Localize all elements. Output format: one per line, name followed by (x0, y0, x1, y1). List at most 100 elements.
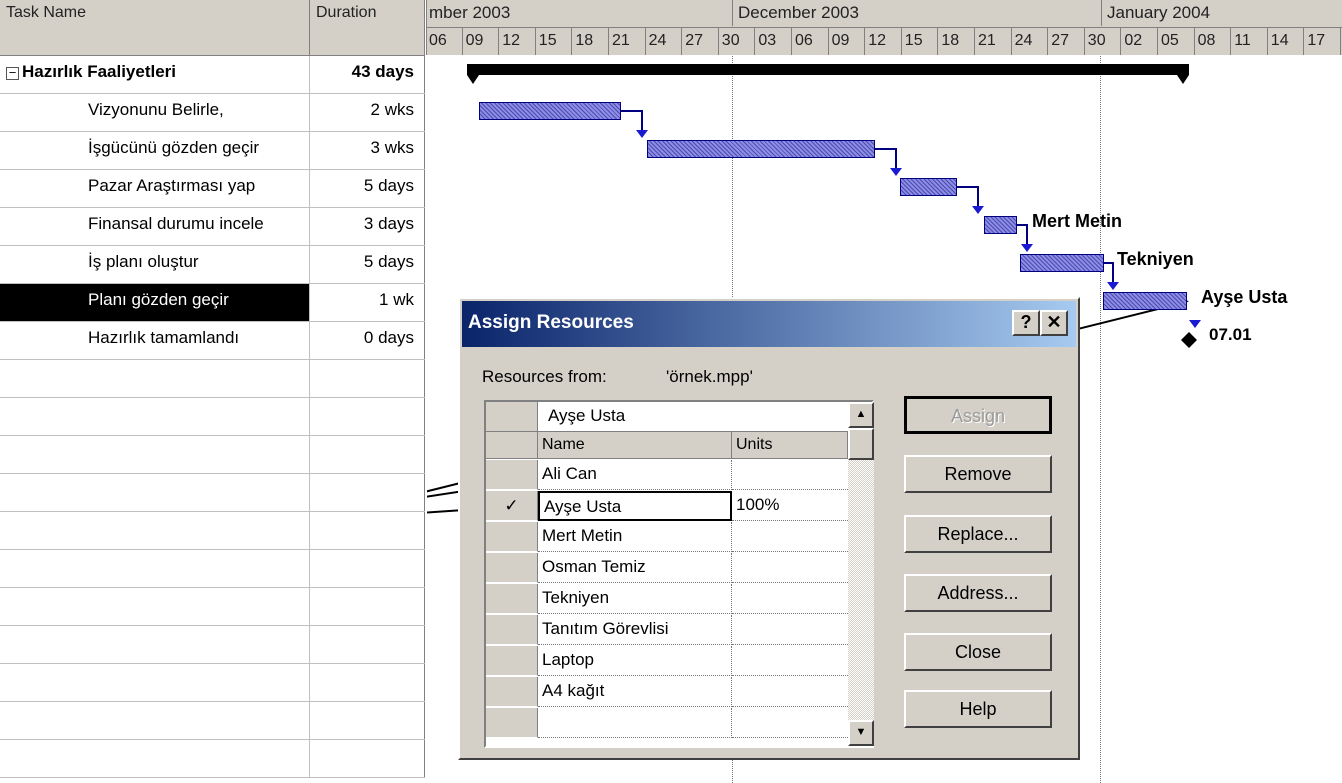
row-selector[interactable] (486, 708, 538, 738)
empty-cell[interactable] (0, 398, 310, 435)
resource-row[interactable]: ✓ Ayşe Usta 100% (486, 491, 848, 522)
resource-units-cell[interactable] (732, 584, 848, 614)
duration-cell[interactable]: 0 days (310, 322, 425, 359)
scroll-down-icon[interactable]: ▼ (848, 720, 874, 746)
row-selector[interactable] (486, 460, 538, 490)
empty-cell[interactable] (0, 360, 310, 397)
task-bar[interactable] (647, 140, 875, 158)
address-button[interactable]: Address... (904, 574, 1052, 612)
empty-cell[interactable] (310, 740, 425, 777)
resource-name-cell[interactable] (538, 708, 732, 738)
row-selector[interactable] (486, 522, 538, 552)
table-row[interactable] (0, 588, 425, 626)
table-row[interactable]: − Hazırlık Faaliyetleri 43 days (0, 56, 425, 94)
empty-cell[interactable] (310, 360, 425, 397)
replace-button[interactable]: Replace... (904, 515, 1052, 553)
resource-row[interactable]: A4 kağıt (486, 677, 848, 708)
empty-cell[interactable] (310, 436, 425, 473)
resource-row[interactable]: Osman Temiz (486, 553, 848, 584)
help-icon[interactable]: ? (1012, 310, 1040, 336)
resource-name-cell[interactable]: Laptop (538, 646, 732, 676)
resource-row[interactable]: Ali Can (486, 460, 848, 491)
table-row-selected[interactable]: Planı gözden geçir 1 wk (0, 284, 425, 322)
table-row[interactable] (0, 474, 425, 512)
empty-cell[interactable] (0, 626, 310, 663)
table-row[interactable] (0, 398, 425, 436)
resource-name-cell[interactable]: Ayşe Usta (538, 491, 732, 521)
resource-name-cell[interactable]: Ali Can (538, 460, 732, 490)
table-row[interactable] (0, 550, 425, 588)
empty-cell[interactable] (310, 512, 425, 549)
task-bar[interactable] (1103, 292, 1187, 310)
table-row[interactable]: Vizyonunu Belirle, 2 wks (0, 94, 425, 132)
remove-button[interactable]: Remove (904, 455, 1052, 493)
duration-cell[interactable]: 2 wks (310, 94, 425, 131)
column-header-name[interactable]: Name (538, 432, 732, 459)
table-row[interactable] (0, 512, 425, 550)
empty-cell[interactable] (310, 550, 425, 587)
empty-cell[interactable] (0, 702, 310, 739)
empty-cell[interactable] (0, 588, 310, 625)
column-header-duration[interactable]: Duration (310, 0, 425, 55)
duration-cell[interactable]: 3 wks (310, 132, 425, 169)
row-selector[interactable] (486, 402, 538, 431)
resource-units-cell[interactable] (732, 460, 848, 490)
task-name-cell[interactable]: − Hazırlık Faaliyetleri (0, 56, 310, 93)
empty-cell[interactable] (0, 664, 310, 701)
empty-cell[interactable] (0, 740, 310, 777)
duration-cell[interactable]: 5 days (310, 246, 425, 283)
resource-name-cell[interactable]: Osman Temiz (538, 553, 732, 583)
task-name-cell[interactable]: Pazar Araştırması yap (0, 170, 310, 207)
task-name-cell[interactable]: Planı gözden geçir (0, 284, 310, 321)
table-row[interactable] (0, 360, 425, 398)
assign-resources-dialog[interactable]: Assign Resources ? ✕ Resources from: 'ör… (458, 297, 1080, 760)
task-name-cell[interactable]: Vizyonunu Belirle, (0, 94, 310, 131)
duration-cell[interactable]: 43 days (310, 56, 425, 93)
empty-cell[interactable] (0, 474, 310, 511)
dialog-titlebar[interactable]: Assign Resources ? ✕ (462, 301, 1076, 347)
assign-button[interactable]: Assign (904, 396, 1052, 434)
close-button[interactable]: Close (904, 633, 1052, 671)
resource-units-cell[interactable] (732, 522, 848, 552)
resource-row[interactable]: Mert Metin (486, 522, 848, 553)
table-row[interactable]: İşgücünü gözden geçir 3 wks (0, 132, 425, 170)
table-row[interactable] (0, 702, 425, 740)
empty-cell[interactable] (310, 474, 425, 511)
task-name-cell[interactable]: Hazırlık tamamlandı (0, 322, 310, 359)
table-row[interactable]: Finansal durumu incele 3 days (0, 208, 425, 246)
empty-cell[interactable] (310, 398, 425, 435)
empty-cell[interactable] (0, 512, 310, 549)
empty-cell[interactable] (310, 702, 425, 739)
task-bar[interactable] (984, 216, 1017, 234)
resource-name-cell[interactable]: Mert Metin (538, 522, 732, 552)
resource-units-cell[interactable]: 100% (732, 491, 848, 521)
resource-units-cell[interactable] (732, 615, 848, 645)
empty-cell[interactable] (310, 664, 425, 701)
empty-cell[interactable] (0, 550, 310, 587)
row-selector[interactable] (486, 553, 538, 583)
row-selector[interactable] (486, 646, 538, 676)
resource-row[interactable]: Laptop (486, 646, 848, 677)
resource-name-cell[interactable]: Tanıtım Görevlisi (538, 615, 732, 645)
resource-row[interactable]: Tanıtım Görevlisi (486, 615, 848, 646)
resource-row[interactable]: Tekniyen (486, 584, 848, 615)
close-icon[interactable]: ✕ (1040, 310, 1068, 336)
duration-cell[interactable]: 5 days (310, 170, 425, 207)
task-bar[interactable] (479, 102, 621, 120)
task-bar[interactable] (900, 178, 957, 196)
empty-cell[interactable] (310, 626, 425, 663)
vertical-scrollbar[interactable]: ▲ ▼ (848, 402, 874, 746)
empty-cell[interactable] (0, 436, 310, 473)
task-name-cell[interactable]: İşgücünü gözden geçir (0, 132, 310, 169)
resource-grid[interactable]: Ayşe Usta Name Units Ali Can ✓ Ayşe Usta 10… (484, 400, 874, 748)
resource-entry-row[interactable]: Ayşe Usta (486, 402, 848, 432)
resource-units-cell[interactable] (732, 708, 848, 738)
resource-name-cell[interactable]: A4 kağıt (538, 677, 732, 707)
row-selector[interactable] (486, 615, 538, 645)
resource-name-cell[interactable]: Tekniyen (538, 584, 732, 614)
table-row[interactable]: Hazırlık tamamlandı 0 days (0, 322, 425, 360)
table-row[interactable]: İş planı oluştur 5 days (0, 246, 425, 284)
scrollbar-thumb[interactable] (848, 428, 874, 460)
column-header-task-name[interactable]: Task Name (0, 0, 310, 55)
resource-units-cell[interactable] (732, 553, 848, 583)
